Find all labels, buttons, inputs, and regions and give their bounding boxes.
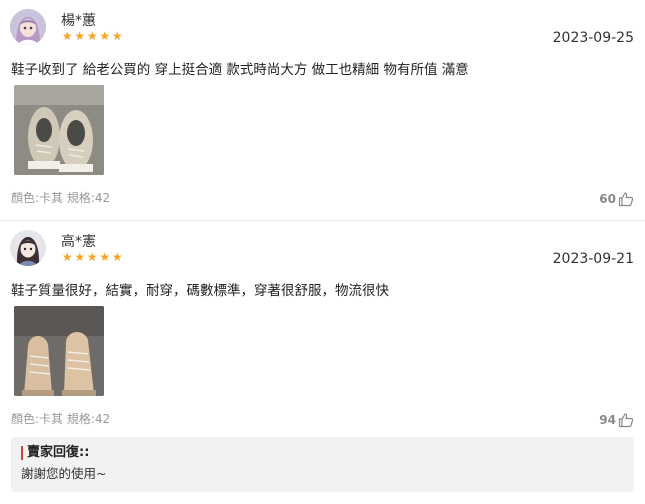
review-item: 楊*蕙 ★ ★ ★ ★ ★ 2023-09-25 鞋子收到了 給老公買的 穿上挺合適 款… xyxy=(0,0,645,221)
star-icon: ★ xyxy=(111,29,123,43)
anime-avatar-icon xyxy=(10,9,46,45)
review-text: 鞋子質量很好，結實，耐穿，碼數標準，穿著很舒服，物流很快 xyxy=(11,283,389,299)
thumbs-up-icon xyxy=(618,413,634,428)
rating-stars: ★ ★ ★ ★ ★ xyxy=(61,250,124,264)
rating-stars: ★ ★ ★ ★ ★ xyxy=(61,29,124,43)
star-icon: ★ xyxy=(61,29,73,43)
review-date: 2023-09-21 xyxy=(552,251,634,267)
review-photo[interactable] xyxy=(14,306,104,396)
shoe-photo-icon xyxy=(14,85,104,175)
star-icon: ★ xyxy=(111,250,123,264)
review-text: 鞋子收到了 給老公買的 穿上挺合適 款式時尚大方 做工也精細 物有所值 滿意 xyxy=(11,62,469,78)
username: 高*憲 xyxy=(61,234,96,250)
like-button[interactable]: 94 xyxy=(599,412,634,428)
anime-avatar-icon xyxy=(10,230,46,266)
shoe-photo-icon xyxy=(14,306,104,396)
seller-reply: 賣家回復:: 謝謝您的使用~ xyxy=(11,437,634,492)
avatar[interactable] xyxy=(10,230,46,266)
star-icon: ★ xyxy=(86,250,98,264)
avatar[interactable] xyxy=(10,9,46,45)
spec-info: 顏色:卡其 規格:42 xyxy=(11,191,111,205)
star-icon: ★ xyxy=(99,29,111,43)
thumbs-up-icon xyxy=(618,192,634,207)
star-icon: ★ xyxy=(74,29,86,43)
seller-reply-title: 賣家回復:: xyxy=(21,446,624,460)
like-button[interactable]: 60 xyxy=(599,191,634,207)
star-icon: ★ xyxy=(86,29,98,43)
username: 楊*蕙 xyxy=(61,13,96,29)
review-photo[interactable] xyxy=(14,85,104,175)
star-icon: ★ xyxy=(99,250,111,264)
star-icon: ★ xyxy=(74,250,86,264)
seller-reply-text: 謝謝您的使用~ xyxy=(21,466,107,481)
like-count: 60 xyxy=(599,192,616,206)
like-count: 94 xyxy=(599,413,616,427)
spec-info: 顏色:卡其 規格:42 xyxy=(11,412,111,426)
star-icon: ★ xyxy=(61,250,73,264)
review-item: 高*憲 ★ ★ ★ ★ ★ 2023-09-21 鞋子質量很好，結實，耐穿，碼數標準，穿… xyxy=(0,221,645,504)
review-date: 2023-09-25 xyxy=(552,30,634,46)
